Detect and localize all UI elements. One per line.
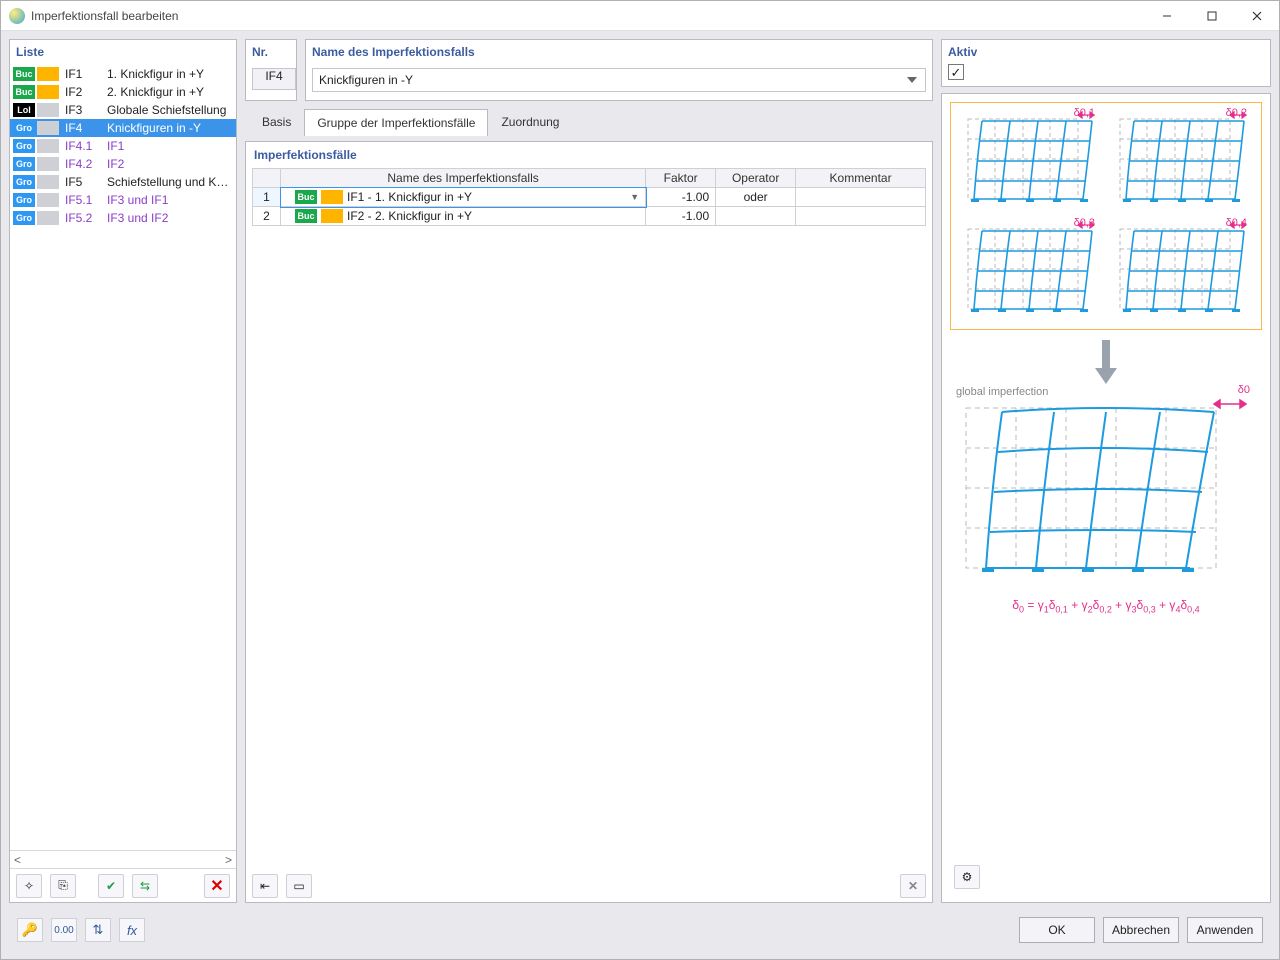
apply-button[interactable]: Anwenden — [1187, 917, 1263, 943]
nr-label: Nr. — [246, 40, 296, 64]
mini-diagram: δ0,1 — [959, 111, 1101, 211]
arrow-down-icon — [1091, 340, 1121, 384]
nr-input[interactable]: IF4 — [252, 68, 296, 90]
tab-content: Imperfektionsfälle Name des Imperfektion… — [245, 141, 933, 903]
name-panel: Name des Imperfektionsfalls Knickfiguren… — [305, 39, 933, 101]
grid-title: Imperfektionsfälle — [246, 142, 932, 168]
center-toolbar: ⇤ ▭ ✕ — [246, 868, 932, 902]
name-label: Name des Imperfektionsfalls — [306, 40, 932, 64]
tabs: BasisGruppe der ImperfektionsfälleZuordn… — [245, 107, 933, 135]
formula: δ0 = γ1δ0,1 + γ2δ0,2 + γ3δ0,3 + γ4δ0,4 — [950, 598, 1262, 614]
list-item[interactable]: BucIF11. Knickfigur in +Y — [10, 65, 236, 83]
left-list-panel: Liste BucIF11. Knickfigur in +YBucIF22. … — [9, 39, 237, 903]
list-item[interactable]: GroIF5.1IF3 und IF1 — [10, 191, 236, 209]
list-item[interactable]: GroIF5.2IF3 und IF2 — [10, 209, 236, 227]
global-diagram: global imperfection δ0 — [950, 394, 1262, 584]
tab[interactable]: Basis — [249, 108, 304, 135]
titlebar: Imperfektionsfall bearbeiten — [1, 1, 1279, 31]
diagram-grid: δ0,1 δ0,2 δ0,3 — [950, 102, 1262, 330]
close-button[interactable] — [1234, 2, 1279, 30]
active-checkbox[interactable] — [948, 64, 964, 80]
clear-grid-icon[interactable]: ✕ — [900, 874, 926, 898]
fx-icon[interactable]: fx — [119, 918, 145, 942]
copy-icon[interactable]: ⎘ — [50, 874, 76, 898]
tree-icon[interactable]: ⇅ — [85, 918, 111, 942]
grid-table[interactable]: Name des ImperfektionsfallsFaktorOperato… — [252, 168, 926, 226]
global-label: global imperfection — [956, 386, 1048, 398]
units-icon[interactable]: 0.00 — [51, 918, 77, 942]
center-panel: Nr. IF4 Name des Imperfektionsfalls Knic… — [245, 39, 933, 903]
diagram-settings-icon[interactable]: ⚙ — [954, 865, 980, 889]
global-delta: δ0 — [1238, 384, 1250, 396]
check-split-icon[interactable]: ⇆ — [132, 874, 158, 898]
left-hscrollbar[interactable]: <> — [10, 850, 236, 868]
list-item[interactable]: GroIF4Knickfiguren in -Y — [10, 119, 236, 137]
new-icon[interactable]: ✧ — [16, 874, 42, 898]
table-row[interactable]: 1Buc IF1 - 1. Knickfigur in +Y▼-1.00oder — [253, 188, 926, 207]
check-green-icon[interactable]: ✔ — [98, 874, 124, 898]
app-icon — [9, 8, 25, 24]
move-left-icon[interactable]: ⇤ — [252, 874, 278, 898]
left-items[interactable]: BucIF11. Knickfigur in +YBucIF22. Knickf… — [10, 65, 236, 850]
dialog-window: Imperfektionsfall bearbeiten Liste BucIF… — [0, 0, 1280, 960]
cancel-button[interactable]: Abbrechen — [1103, 917, 1179, 943]
list-item[interactable]: LolIF3Globale Schiefstellung — [10, 101, 236, 119]
active-panel: Aktiv — [941, 39, 1271, 87]
list-item[interactable]: GroIF5Schiefstellung und Knickfig — [10, 173, 236, 191]
name-select[interactable]: Knickfiguren in -Y — [312, 68, 926, 92]
footer: 🔑 0.00 ⇅ fx OK Abbrechen Anwenden — [9, 909, 1271, 951]
maximize-button[interactable] — [1189, 2, 1234, 30]
name-select-value: Knickfiguren in -Y — [319, 73, 413, 87]
window-title: Imperfektionsfall bearbeiten — [31, 9, 1144, 23]
mini-diagram: δ0,4 — [1111, 221, 1253, 321]
active-label: Aktiv — [942, 40, 1270, 64]
tab[interactable]: Zuordnung — [488, 108, 572, 135]
add-new-icon[interactable]: ▭ — [286, 874, 312, 898]
help-icon[interactable]: 🔑 — [17, 918, 43, 942]
ok-button[interactable]: OK — [1019, 917, 1095, 943]
right-panel: Aktiv δ0,1 δ0,2 δ0,3 — [941, 39, 1271, 903]
delete-icon[interactable]: ✕ — [204, 874, 230, 898]
left-heading: Liste — [10, 40, 236, 65]
mini-diagram: δ0,2 — [1111, 111, 1253, 211]
left-toolbar: ✧ ⎘ ✔ ⇆ ✕ — [10, 868, 236, 902]
table-row[interactable]: 2Buc IF2 - 2. Knickfigur in +Y-1.00 — [253, 207, 926, 226]
minimize-button[interactable] — [1144, 2, 1189, 30]
list-item[interactable]: GroIF4.1IF1 — [10, 137, 236, 155]
nr-panel: Nr. IF4 — [245, 39, 297, 101]
mini-diagram: δ0,3 — [959, 221, 1101, 321]
list-item[interactable]: GroIF4.2IF2 — [10, 155, 236, 173]
diagram-panel: δ0,1 δ0,2 δ0,3 — [941, 93, 1271, 903]
list-item[interactable]: BucIF22. Knickfigur in +Y — [10, 83, 236, 101]
tab[interactable]: Gruppe der Imperfektionsfälle — [304, 109, 488, 136]
